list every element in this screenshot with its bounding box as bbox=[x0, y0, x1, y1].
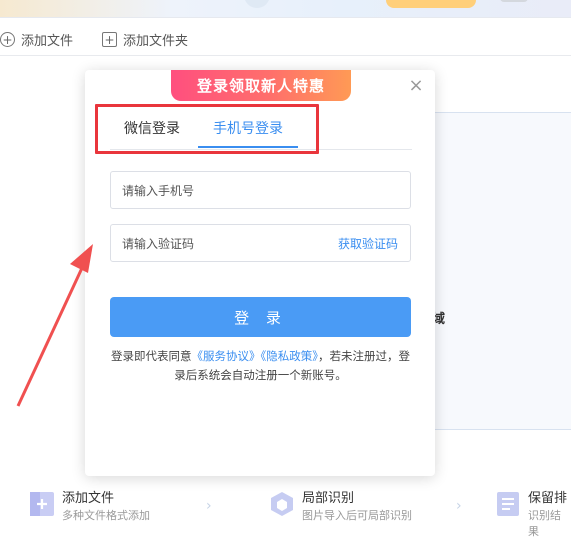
terms-prefix: 登录即代表同意 bbox=[111, 349, 192, 363]
top-header-bar bbox=[0, 0, 571, 18]
add-file-button[interactable]: + 添加文件 bbox=[0, 30, 73, 49]
login-button[interactable]: 登 录 bbox=[110, 297, 411, 337]
plus-square-icon: + bbox=[102, 32, 117, 47]
feature-keep-layout: 保留排 识别结果 bbox=[494, 490, 571, 539]
service-agreement-link[interactable]: 《服务协议》 bbox=[192, 349, 261, 363]
window-controls[interactable] bbox=[500, 0, 528, 2]
privacy-policy-link[interactable]: 《隐私政策》 bbox=[261, 349, 319, 363]
feature-title: 保留排 bbox=[528, 491, 568, 506]
feature-desc: 图片导入后可局部识别 bbox=[302, 509, 412, 522]
phone-input[interactable]: 请输入手机号 bbox=[110, 171, 411, 209]
add-file-icon bbox=[28, 490, 56, 518]
verification-code-input[interactable]: 请输入验证码 获取验证码 bbox=[110, 224, 411, 262]
add-folder-button[interactable]: + 添加文件夹 bbox=[102, 30, 188, 49]
vip-button[interactable] bbox=[386, 0, 476, 8]
add-file-label: 添加文件 bbox=[21, 34, 74, 49]
promo-banner: 登录领取新人特惠 bbox=[171, 70, 351, 101]
feature-title: 添加文件 bbox=[62, 491, 115, 506]
get-code-link[interactable]: 获取验证码 bbox=[338, 235, 398, 252]
add-folder-label: 添加文件夹 bbox=[123, 34, 189, 49]
feature-desc: 多种文件格式添加 bbox=[62, 509, 150, 522]
feature-desc: 识别结果 bbox=[528, 509, 561, 538]
feature-add-file: 添加文件 多种文件格式添加 bbox=[28, 490, 150, 524]
plus-circle-icon: + bbox=[0, 32, 15, 47]
avatar[interactable] bbox=[244, 0, 270, 8]
toolbar: + 添加文件 + 添加文件夹 bbox=[0, 18, 571, 56]
code-placeholder: 请输入验证码 bbox=[122, 236, 195, 251]
terms-text: 登录即代表同意《服务协议》《隐私政策》，若未注册过，登录后系统会自动注册一个新账… bbox=[108, 347, 413, 385]
annotation-highlight-box bbox=[95, 104, 319, 154]
phone-placeholder: 请输入手机号 bbox=[122, 183, 195, 198]
partial-recognition-icon bbox=[268, 490, 296, 518]
chevron-right-icon: › bbox=[206, 498, 212, 514]
close-icon[interactable]: × bbox=[408, 77, 424, 95]
feature-title: 局部识别 bbox=[302, 491, 355, 506]
keep-layout-icon bbox=[494, 490, 522, 518]
feature-partial-recognition: 局部识别 图片导入后可局部识别 bbox=[268, 490, 412, 524]
chevron-right-icon: › bbox=[456, 498, 462, 514]
